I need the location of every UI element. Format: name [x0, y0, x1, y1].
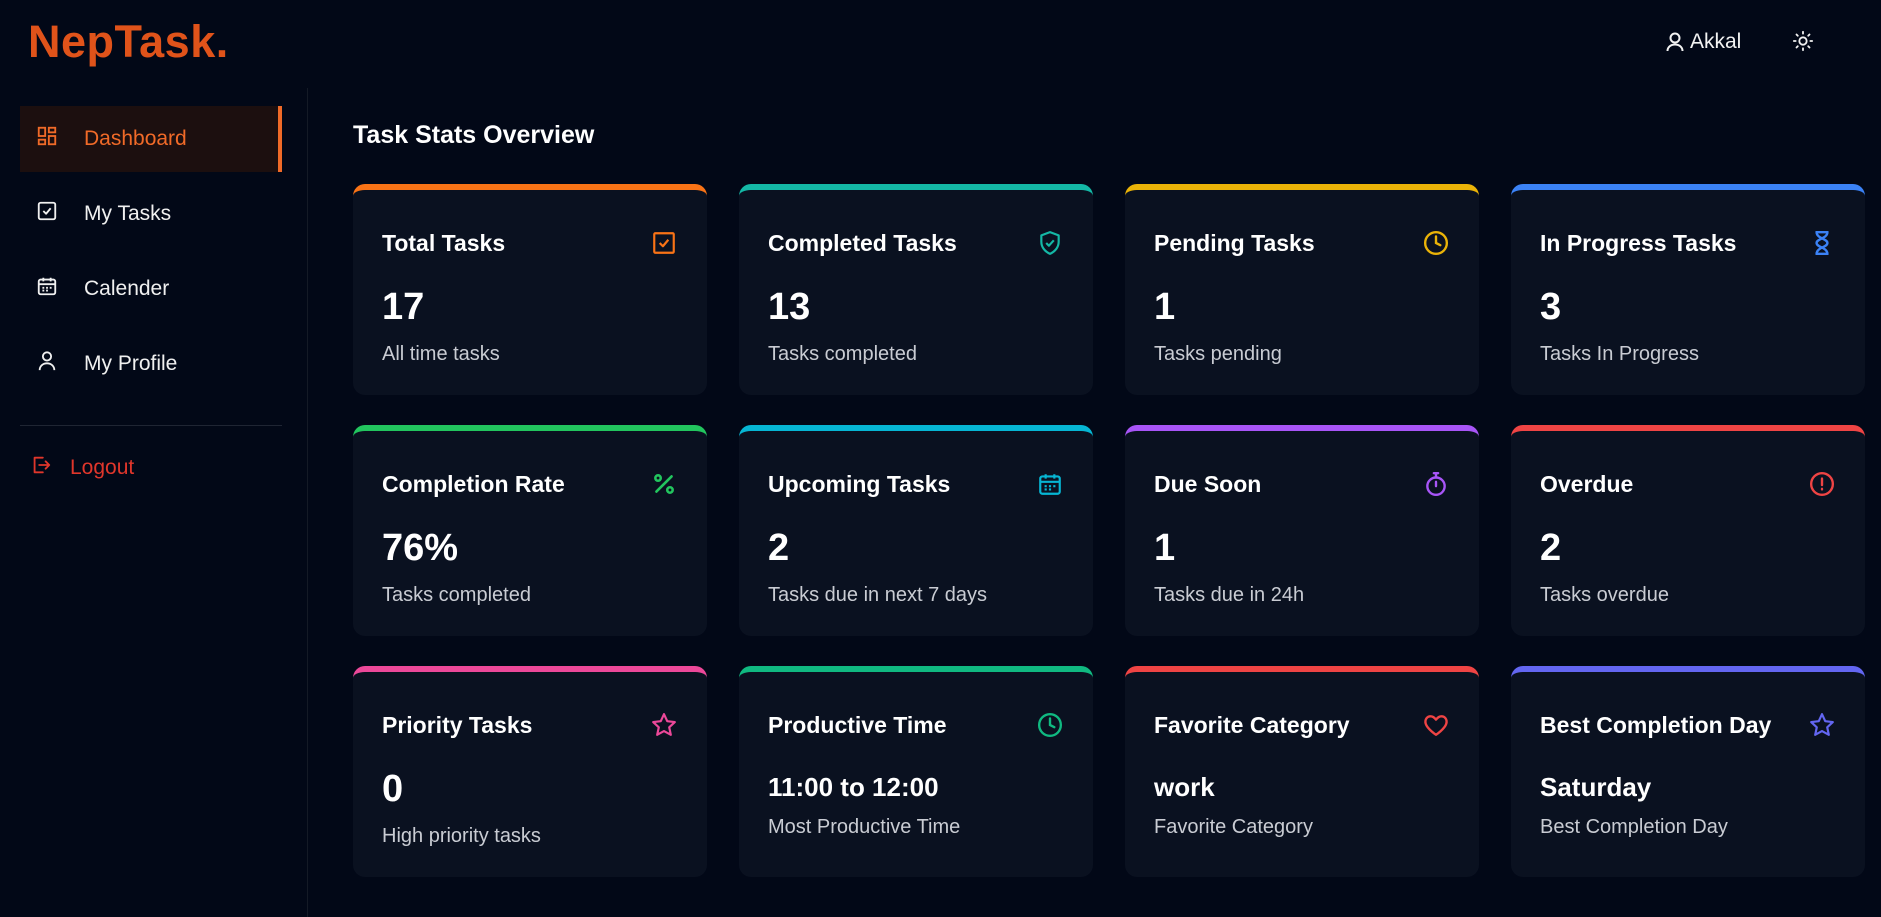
sidebar-item-label: Dashboard [84, 127, 187, 150]
card-subtitle: Tasks completed [768, 343, 917, 365]
user-menu[interactable]: Akkal [1666, 30, 1741, 54]
card-subtitle: Most Productive Time [768, 816, 961, 838]
logout-label: Logout [70, 456, 135, 479]
card-subtitle: Tasks overdue [1540, 584, 1669, 606]
stat-card-overdue: Overdue 2 Tasks overdue [1511, 425, 1865, 636]
stat-card-productive-time: Productive Time 11:00 to 12:00 Most Prod… [739, 666, 1093, 877]
percent-icon [651, 471, 677, 502]
card-subtitle: Favorite Category [1154, 816, 1313, 838]
theme-toggle-button[interactable] [1792, 30, 1814, 52]
card-subtitle: Tasks due in 24h [1154, 584, 1305, 606]
heart-icon [1423, 712, 1449, 743]
card-title: Priority Tasks [382, 712, 533, 738]
sidebar-item-label: Calender [84, 277, 170, 300]
checkbox-icon [36, 200, 58, 228]
card-value: 2 [1540, 527, 1562, 569]
page-title: Task Stats Overview [353, 121, 595, 149]
alert-circle-icon [1809, 471, 1835, 502]
card-title: Productive Time [768, 712, 947, 738]
card-value: 13 [768, 286, 811, 328]
dashboard-icon [36, 125, 58, 153]
card-value: 1 [1154, 286, 1176, 328]
checkbox-icon [651, 230, 677, 261]
star-icon [651, 712, 677, 743]
card-subtitle: High priority tasks [382, 825, 541, 847]
sidebar-item-dashboard[interactable]: Dashboard [20, 106, 282, 172]
card-title: Completion Rate [382, 471, 565, 497]
card-subtitle: Tasks pending [1154, 343, 1282, 365]
card-value: Saturday [1540, 772, 1652, 802]
card-title: Upcoming Tasks [768, 471, 951, 497]
card-title: Best Completion Day [1540, 712, 1772, 738]
card-title: Total Tasks [382, 230, 506, 256]
star-icon [1809, 712, 1835, 743]
user-icon [1666, 32, 1684, 52]
card-subtitle: All time tasks [382, 343, 500, 365]
stat-card-due-soon: Due Soon 1 Tasks due in 24h [1125, 425, 1479, 636]
card-value: 1 [1154, 527, 1176, 569]
user-name: Akkal [1690, 30, 1742, 53]
calendar-icon [36, 275, 58, 303]
stats-grid: Total Tasks 17 All time tasks Completed … [353, 184, 1865, 877]
card-title: Overdue [1540, 471, 1634, 497]
shield-check-icon [1037, 230, 1063, 261]
stat-card-pending-tasks: Pending Tasks 1 Tasks pending [1125, 184, 1479, 395]
stat-card-in-progress-tasks: In Progress Tasks 3 Tasks In Progress [1511, 184, 1865, 395]
sidebar-item-my-profile[interactable]: My Profile [20, 331, 282, 397]
app-logo[interactable]: NepTask. [28, 16, 229, 68]
stat-card-priority-tasks: Priority Tasks 0 High priority tasks [353, 666, 707, 877]
stat-card-upcoming-tasks: Upcoming Tasks 2 Tasks due in next 7 day… [739, 425, 1093, 636]
card-value: 17 [382, 286, 425, 328]
logout-icon [30, 454, 52, 482]
card-value: work [1154, 772, 1215, 802]
stopwatch-icon [1423, 471, 1449, 502]
card-subtitle: Best Completion Day [1540, 816, 1728, 838]
stat-card-completion-rate: Completion Rate 76% Tasks completed [353, 425, 707, 636]
stat-card-completed-tasks: Completed Tasks 13 Tasks completed [739, 184, 1093, 395]
clock-icon [1423, 230, 1449, 261]
sidebar-divider [20, 425, 282, 426]
card-value: 0 [382, 768, 404, 810]
card-title: Pending Tasks [1154, 230, 1315, 256]
card-title: Due Soon [1154, 471, 1262, 497]
sun-icon [1792, 30, 1814, 52]
card-value: 76% [382, 527, 459, 569]
logout-button[interactable]: Logout [30, 448, 134, 488]
sidebar-item-label: My Profile [84, 352, 178, 375]
stat-card-favorite-category: Favorite Category work Favorite Category [1125, 666, 1479, 877]
top-bar: NepTask. Akkal [0, 0, 1881, 88]
stat-card-total-tasks: Total Tasks 17 All time tasks [353, 184, 707, 395]
sidebar-item-my-tasks[interactable]: My Tasks [20, 181, 282, 247]
card-value: 11:00 to 12:00 [768, 772, 939, 802]
card-subtitle: Tasks completed [382, 584, 531, 606]
calendar-icon [1037, 471, 1063, 502]
card-title: Favorite Category [1154, 712, 1350, 738]
hourglass-icon [1809, 230, 1835, 261]
card-subtitle: Tasks due in next 7 days [768, 584, 988, 606]
stat-card-best-completion-day: Best Completion Day Saturday Best Comple… [1511, 666, 1865, 877]
card-title: Completed Tasks [768, 230, 957, 256]
card-subtitle: Tasks In Progress [1540, 343, 1699, 365]
sidebar-item-calender[interactable]: Calender [20, 256, 282, 322]
sidebar: Dashboard My Tasks Calender My Profile L… [0, 88, 308, 917]
user-icon [36, 350, 58, 378]
clock-icon [1037, 712, 1063, 743]
card-title: In Progress Tasks [1540, 230, 1737, 256]
card-value: 2 [768, 527, 790, 569]
sidebar-item-label: My Tasks [84, 202, 172, 225]
card-value: 3 [1540, 286, 1562, 328]
